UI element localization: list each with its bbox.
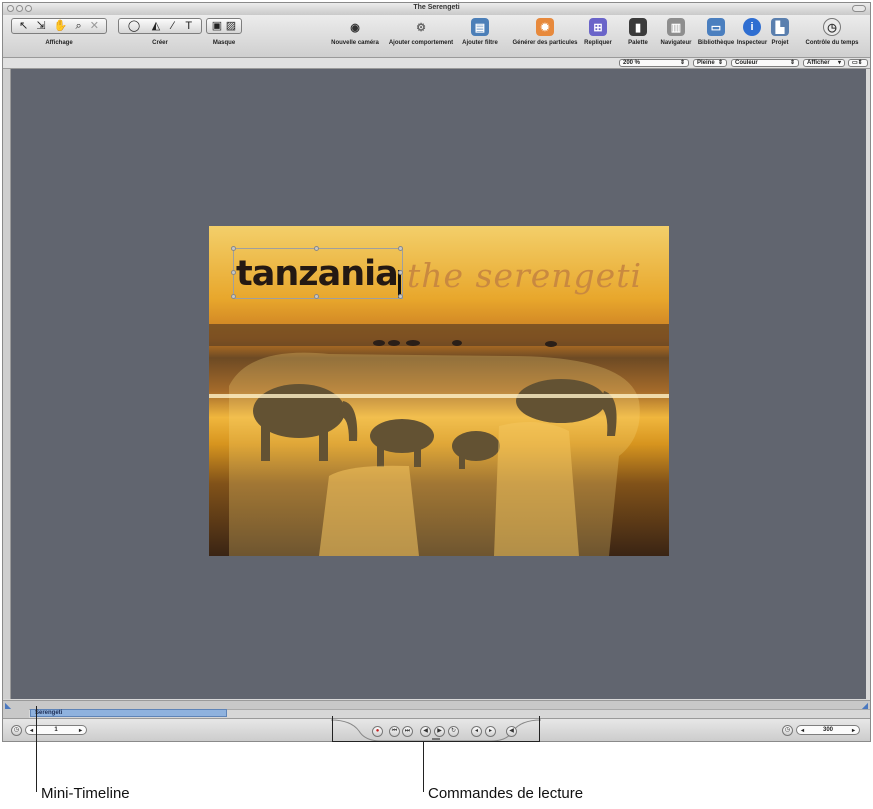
zoom-select[interactable]: 200 % ⇕ xyxy=(619,59,689,67)
selection-handle[interactable] xyxy=(398,294,403,299)
serengeti-image[interactable]: tanzania the serengeti xyxy=(209,226,669,556)
playback-bracket xyxy=(332,741,540,742)
replicator-icon: ⊞ xyxy=(589,18,607,36)
project-icon: ▙ xyxy=(771,18,789,36)
selection-handle[interactable] xyxy=(398,246,403,251)
play-button[interactable]: ▶ xyxy=(434,726,445,737)
playback-bracket-right xyxy=(539,716,540,742)
library-icon: ▭ xyxy=(707,18,725,36)
selection-handle[interactable] xyxy=(314,246,319,251)
motion-window: The Serengeti ↖ ⇲ ✋ ⌕ ✕ Affichage ◯ ◭ ∕ … xyxy=(2,2,871,742)
selection-handle[interactable] xyxy=(398,270,403,275)
camera-icon: ◉ xyxy=(350,21,360,34)
decrement-arrow-icon[interactable]: ◂ xyxy=(801,727,804,734)
mini-timeline-callout: Mini-Timeline xyxy=(41,785,130,802)
select-arrows-icon: ⇕ xyxy=(717,60,723,66)
3d-view-icon[interactable]: ✕ xyxy=(90,19,99,33)
playback-callout-line xyxy=(423,741,424,792)
overlay-icon: ▭⇕ xyxy=(852,60,863,66)
timing-button[interactable]: ◷ Contrôle du temps xyxy=(800,18,864,46)
playback-bracket-left xyxy=(332,716,333,742)
behavior-gear-icon: ⚙ xyxy=(416,21,426,34)
mask-tools-group: ▣ ▨ xyxy=(206,18,242,34)
create-tools-group: ◯ ◭ ∕ T xyxy=(118,18,202,34)
canvas-subtitle-text[interactable]: the serengeti xyxy=(407,256,642,296)
toolbar-toggle-button[interactable] xyxy=(852,5,866,12)
resize-grip[interactable] xyxy=(432,738,440,740)
canvas-left-edge xyxy=(3,69,11,699)
channel-select[interactable]: Couleur ⇕ xyxy=(731,59,799,67)
paint-stroke-icon[interactable]: ∕ xyxy=(172,19,174,33)
select-arrows-icon: ⇕ xyxy=(789,60,795,66)
palette-icon: ▮ xyxy=(629,18,647,36)
hand-icon[interactable]: ✋ xyxy=(54,19,68,33)
canvas-options-bar: 200 % ⇕ Pleine ⇕ Couleur ⇕ Afficher ▾ ▭⇕ xyxy=(3,58,870,69)
text-selection-box[interactable] xyxy=(233,248,403,299)
add-filter-button[interactable]: ▤ Ajouter filtre xyxy=(453,18,507,46)
clock-icon: ◷ xyxy=(823,18,841,36)
select-arrow-icon[interactable]: ↖ xyxy=(19,19,28,33)
zoom-magnifier-icon[interactable]: ⌕ xyxy=(75,19,81,33)
add-behavior-button[interactable]: ⚙ Ajouter comportement xyxy=(383,18,459,47)
group-label-affichage: Affichage xyxy=(45,40,73,46)
mini-timeline-callout-line xyxy=(36,706,37,792)
duration-icon: ◷ xyxy=(782,725,793,736)
group-label-creer: Créer xyxy=(152,40,168,46)
current-time-icon: ◷ xyxy=(11,725,22,736)
decrement-arrow-icon[interactable]: ◂ xyxy=(30,727,33,734)
particles-icon: ✹ xyxy=(536,18,554,36)
end-frame-field[interactable]: ◂ 300 ▸ xyxy=(796,725,860,735)
select-arrows-icon: ⇕ xyxy=(679,60,685,66)
increment-arrow-icon[interactable]: ▸ xyxy=(852,727,855,734)
mini-timeline-bar[interactable]: Serengeti xyxy=(30,709,227,717)
playback-controls-callout: Commandes de lecture xyxy=(428,785,584,802)
current-frame-field[interactable]: ◂ 1 ▸ xyxy=(25,725,87,735)
step-back-button[interactable]: ◀ xyxy=(420,726,431,737)
toolbar: ↖ ⇲ ✋ ⌕ ✕ Affichage ◯ ◭ ∕ T Créer ▣ ▨ Ma… xyxy=(3,15,870,58)
record-button[interactable]: ● xyxy=(372,726,383,737)
bezier-mask-icon[interactable]: ▨ xyxy=(226,19,236,33)
mini-timeline[interactable]: ◣ ◢ Serengeti xyxy=(3,700,870,719)
go-to-end-button[interactable]: ⏭ xyxy=(402,726,413,737)
next-frame-button[interactable]: ▸ xyxy=(485,726,496,737)
ellipse-tool-icon[interactable]: ◯ xyxy=(128,19,140,33)
resolution-select[interactable]: Pleine ⇕ xyxy=(693,59,727,67)
in-point-marker-icon[interactable]: ◣ xyxy=(5,701,11,710)
filter-icon: ▤ xyxy=(471,18,489,36)
chevron-down-icon: ▾ xyxy=(837,60,841,66)
view-tools-group: ↖ ⇲ ✋ ⌕ ✕ xyxy=(11,18,107,34)
selection-handle[interactable] xyxy=(231,246,236,251)
browser-icon: ▥ xyxy=(667,18,685,36)
bezier-tool-icon[interactable]: ◭ xyxy=(152,19,160,33)
window-title: The Serengeti xyxy=(413,4,460,11)
canvas[interactable]: tanzania the serengeti xyxy=(11,69,866,699)
selection-handle[interactable] xyxy=(231,294,236,299)
audio-button[interactable]: ◀ xyxy=(506,726,517,737)
selection-handle[interactable] xyxy=(231,270,236,275)
selection-handle[interactable] xyxy=(314,294,319,299)
display-options-menu[interactable]: Afficher ▾ xyxy=(803,59,845,67)
previous-frame-button[interactable]: ◂ xyxy=(471,726,482,737)
rectangle-mask-icon[interactable]: ▣ xyxy=(212,19,222,33)
new-camera-button[interactable]: ◉ Nouvelle caméra xyxy=(323,18,387,47)
group-label-masque: Masque xyxy=(212,40,236,46)
text-tool-icon[interactable]: T xyxy=(185,19,192,33)
transport-bar: ◷ ◂ 1 ▸ ● ⏮ ⏭ ◀ ▶ ↻ ◂ ▸ ◀ ◷ ◂ 300 ▸ xyxy=(3,718,870,741)
pan-adjust-icon[interactable]: ⇲ xyxy=(36,19,45,33)
loop-button[interactable]: ↻ xyxy=(448,726,459,737)
go-to-start-button[interactable]: ⏮ xyxy=(389,726,400,737)
increment-arrow-icon[interactable]: ▸ xyxy=(79,727,82,734)
overlay-select[interactable]: ▭⇕ xyxy=(848,59,868,67)
